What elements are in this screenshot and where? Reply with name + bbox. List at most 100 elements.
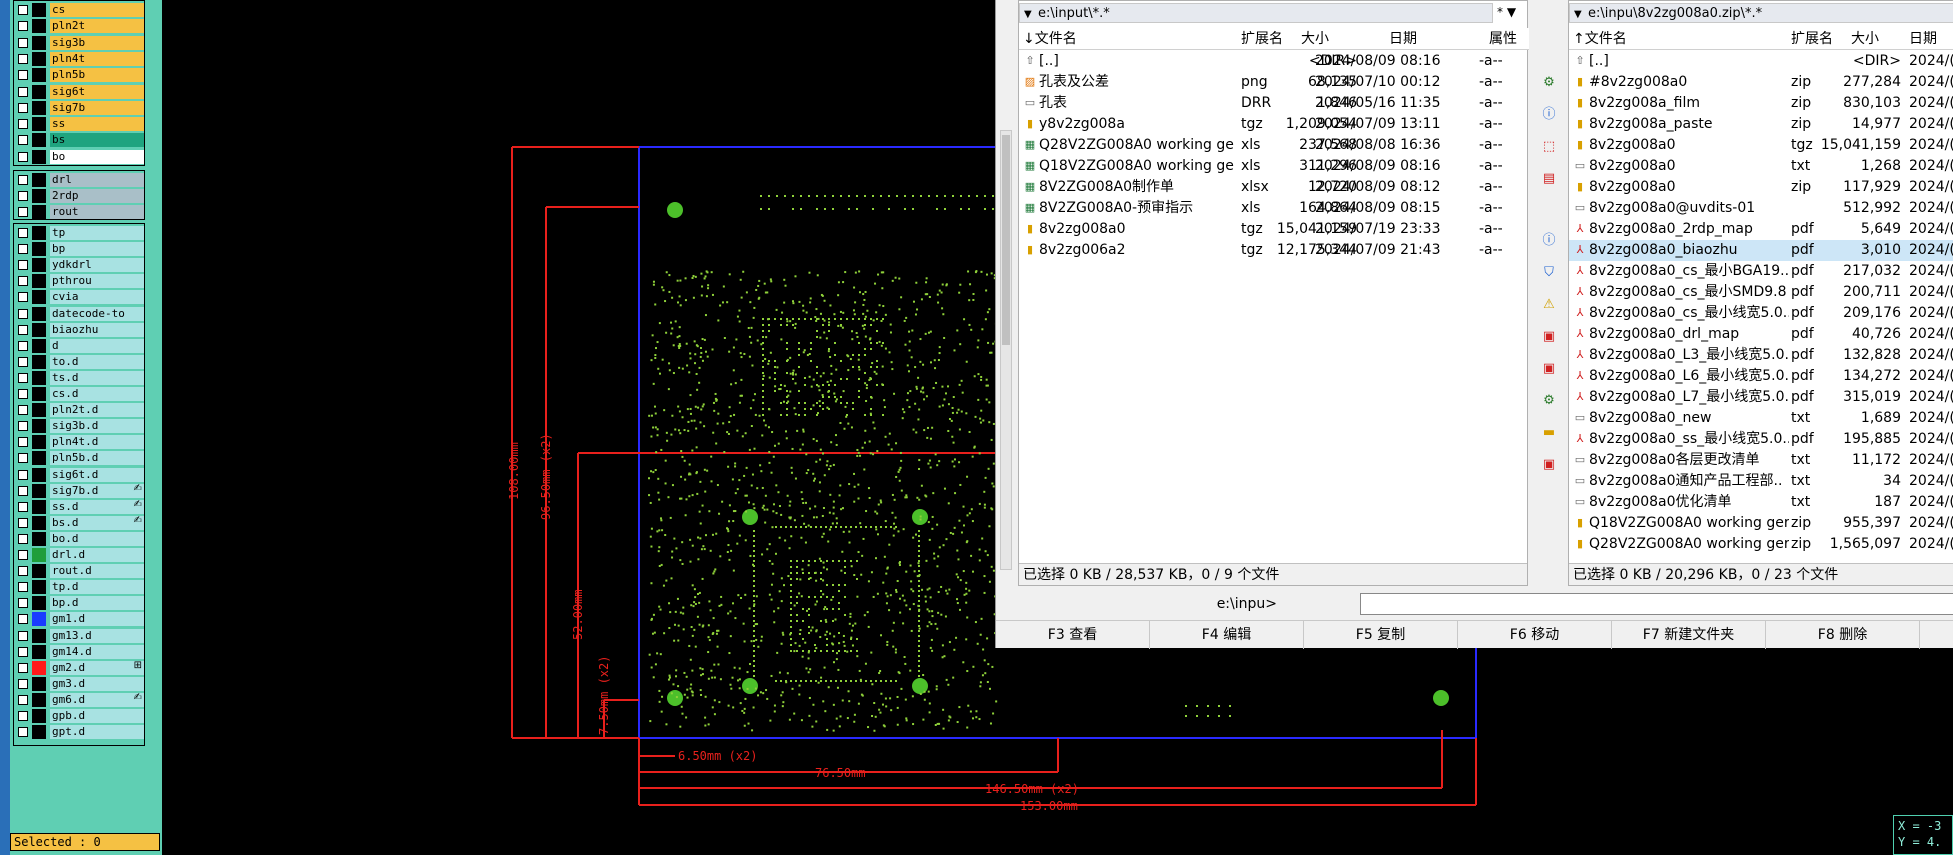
layer-row-bp.d[interactable]: bp.d xyxy=(14,595,146,611)
pdf-icon[interactable]: ⬚ xyxy=(1540,138,1558,156)
layer-checkbox[interactable] xyxy=(18,276,28,287)
layer-row-gm1.d[interactable]: gm1.d xyxy=(14,611,146,627)
layer-color-swatch[interactable] xyxy=(32,205,46,219)
layer-name[interactable]: sig3b.d xyxy=(50,419,144,434)
layer-checkbox[interactable] xyxy=(18,356,28,367)
layer-color-swatch[interactable] xyxy=(32,306,46,321)
file-row[interactable]: ⅄ 8v2zg008a0_cs_最小BGA19.. pdf 217,032 2024/( xyxy=(1569,261,1953,282)
layer-color-swatch[interactable] xyxy=(32,100,46,115)
layer-row-pln4t[interactable]: pln4t xyxy=(14,51,146,67)
layer-checkbox[interactable] xyxy=(18,372,28,383)
network-icon[interactable]: ⚙ xyxy=(1540,74,1558,92)
layer-color-swatch[interactable] xyxy=(32,628,46,643)
layer-color-swatch[interactable] xyxy=(32,117,46,132)
layer-row-ss[interactable]: ss xyxy=(14,116,146,132)
layer-color-swatch[interactable] xyxy=(32,68,46,83)
layer-color-swatch[interactable] xyxy=(32,290,46,305)
layer-checkbox[interactable] xyxy=(18,469,28,480)
layer-checkbox[interactable] xyxy=(18,292,28,303)
layer-name[interactable]: bo.d xyxy=(50,531,144,546)
layer-row-d[interactable]: d xyxy=(14,338,146,354)
printer-icon[interactable]: ▤ xyxy=(1540,170,1558,188)
layer-row-cs[interactable]: cs xyxy=(14,2,146,18)
layer-color-swatch[interactable] xyxy=(32,354,46,369)
layer-checkbox[interactable] xyxy=(18,630,28,641)
layer-color-swatch[interactable] xyxy=(32,242,46,257)
layer-name[interactable]: gm13.d xyxy=(50,628,144,643)
layer-name[interactable]: gm2.d xyxy=(50,660,144,675)
layer-row-ydkdrl[interactable]: ydkdrl xyxy=(14,257,146,273)
file-row[interactable]: ▮ 8v2zg008a_paste zip 14,977 2024/( xyxy=(1569,114,1953,135)
file-row[interactable]: ▭ 8v2zg008a0@uvdits-01 512,992 2024/( xyxy=(1569,198,1953,219)
layer-row-gpb.d[interactable]: gpb.d xyxy=(14,708,146,724)
layer-checkbox[interactable] xyxy=(18,533,28,544)
layer-name[interactable]: bp xyxy=(50,242,144,257)
layer-row-pln5b.d[interactable]: pln5b.d xyxy=(14,450,146,466)
layer-checkbox[interactable] xyxy=(18,566,28,577)
file-row[interactable]: ⅄ 8v2zg008a0_drl_map pdf 40,726 2024/( xyxy=(1569,324,1953,345)
layer-color-swatch[interactable] xyxy=(32,149,46,164)
layer-color-swatch[interactable] xyxy=(32,564,46,579)
layer-name[interactable]: rout xyxy=(50,205,144,219)
fkey-button-4[interactable]: F4 编辑 xyxy=(1150,621,1304,649)
layer-checkbox[interactable] xyxy=(18,678,28,689)
layer-color-swatch[interactable] xyxy=(32,644,46,659)
header-size[interactable]: 大小 xyxy=(1851,28,1879,50)
layer-name[interactable]: pln4t xyxy=(50,51,144,66)
layer-color-swatch[interactable] xyxy=(32,692,46,707)
file-row[interactable]: ▭ 8v2zg008a0_new txt 1,689 2024/( xyxy=(1569,408,1953,429)
layer-checkbox[interactable] xyxy=(18,151,28,162)
header-date[interactable]: 日期 xyxy=(1389,28,1417,50)
document-icon-3[interactable]: ▣ xyxy=(1540,456,1558,474)
layer-color-swatch[interactable] xyxy=(32,709,46,723)
layer-row-pln2t.d[interactable]: pln2t.d xyxy=(14,402,146,418)
layer-checkbox[interactable] xyxy=(18,5,28,15)
header-date[interactable]: 日期 xyxy=(1909,28,1937,50)
layer-name[interactable]: sig3b xyxy=(50,35,144,50)
layer-name[interactable]: tp.d xyxy=(50,580,144,595)
layer-name[interactable]: drl xyxy=(50,173,144,187)
file-row[interactable]: ▮ #8v2zg008a0 zip 277,284 2024/( xyxy=(1569,72,1953,93)
layer-row-gm3.d[interactable]: gm3.d xyxy=(14,676,146,692)
layer-name[interactable]: d xyxy=(50,338,144,353)
layer-color-swatch[interactable] xyxy=(32,660,46,675)
layer-color-swatch[interactable] xyxy=(32,173,46,187)
layer-row-datecode-to[interactable]: datecode-to xyxy=(14,306,146,322)
layer-color-swatch[interactable] xyxy=(32,51,46,66)
layer-color-swatch[interactable] xyxy=(32,548,46,562)
layer-name[interactable]: gpt.d xyxy=(50,725,144,740)
folder-icon[interactable]: ▬ xyxy=(1540,424,1558,442)
header-ext[interactable]: 扩展名 xyxy=(1791,28,1833,50)
layer-color-swatch[interactable] xyxy=(32,435,46,450)
layer-checkbox[interactable] xyxy=(18,308,28,319)
info-icon-2[interactable]: ⓘ xyxy=(1540,232,1558,250)
layer-color-swatch[interactable] xyxy=(32,451,46,466)
layer-color-swatch[interactable] xyxy=(32,274,46,289)
layer-row-sig3b[interactable]: sig3b xyxy=(14,35,146,51)
layer-row-sig7b[interactable]: sig7b xyxy=(14,100,146,116)
file-row[interactable]: ⇧ [..] <DIR> 2024/08/09 08:16 -a-- xyxy=(1019,51,1527,72)
layer-name[interactable]: gm14.d xyxy=(50,644,144,659)
file-row[interactable]: ▮ 8v2zg006a2 tgz 12,175,344 2024/07/09 21:43… xyxy=(1019,240,1527,261)
layer-name[interactable]: ydkdrl xyxy=(50,258,144,273)
layer-name[interactable]: 2rdp xyxy=(50,189,144,203)
layer-name[interactable]: gm3.d xyxy=(50,676,144,691)
file-row[interactable]: ▭ 8v2zg008a0各层更改清单 txt 11,172 2024/( xyxy=(1569,450,1953,471)
left-sort-toggle[interactable]: * ▼ xyxy=(1497,5,1516,19)
file-row[interactable]: ▮ Q28V2ZG008A0 working ger.. zip 1,565,097 2… xyxy=(1569,534,1953,555)
layer-checkbox[interactable] xyxy=(18,437,28,448)
layer-name[interactable]: pln5b xyxy=(50,68,144,83)
layer-row-bs[interactable]: bs xyxy=(14,132,146,148)
file-row[interactable]: ▮ 8v2zg008a0 tgz 15,041,159 2024/07/19 23:33… xyxy=(1019,219,1527,240)
layer-name[interactable]: pln2t xyxy=(50,19,144,34)
layer-name[interactable]: drl.d xyxy=(50,548,144,562)
layer-row-pthrou[interactable]: pthrou xyxy=(14,273,146,289)
layer-row-tp.d[interactable]: tp.d xyxy=(14,579,146,595)
layer-checkbox[interactable] xyxy=(18,207,28,217)
layer-name[interactable]: sig7b.d xyxy=(50,483,144,498)
layer-name[interactable]: ss.d xyxy=(50,499,144,514)
layer-checkbox[interactable] xyxy=(18,517,28,528)
layer-name[interactable]: to.d xyxy=(50,354,144,369)
layer-checkbox[interactable] xyxy=(18,711,28,721)
layer-color-swatch[interactable] xyxy=(32,531,46,546)
